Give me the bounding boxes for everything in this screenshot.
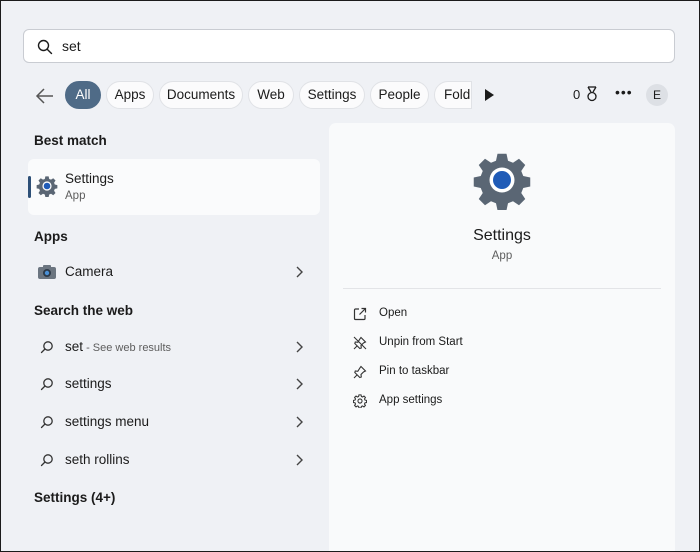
tab-web[interactable]: Web (248, 81, 294, 109)
tab-folders[interactable]: Fold (434, 81, 472, 109)
chevron-right-icon (296, 266, 303, 278)
search-web-heading: Search the web (34, 303, 134, 318)
web-result-query: set (65, 339, 84, 354)
web-result-label: settings (65, 376, 112, 391)
action-label: Open (379, 307, 408, 319)
selection-indicator (28, 176, 31, 198)
chevron-right-icon (296, 341, 303, 353)
web-result-hint: - See web results (83, 342, 172, 354)
preview-subtitle: App (491, 250, 513, 262)
web-result-label: set - See web results (65, 339, 171, 354)
rewards-points: 0 (573, 87, 581, 102)
camera-icon (38, 265, 56, 279)
filter-bar: All Apps Documents Web Settings People F… (1, 81, 699, 111)
search-icon (40, 416, 53, 429)
tab-people[interactable]: People (370, 81, 429, 109)
avatar[interactable]: E (646, 84, 668, 106)
best-match-subtitle: App (65, 190, 86, 202)
app-item-label: Camera (65, 264, 114, 279)
chevron-right-icon (296, 378, 303, 390)
more-options-icon[interactable]: ••• (615, 84, 633, 100)
best-match-heading: Best match (34, 133, 107, 148)
settings-more-heading[interactable]: Settings (4+) (34, 490, 115, 505)
action-label: App settings (379, 394, 443, 406)
app-item-camera[interactable]: Camera (28, 255, 320, 289)
action-label: Pin to taskbar (379, 365, 450, 377)
scroll-tabs-right-icon[interactable] (485, 89, 494, 101)
tab-apps[interactable]: Apps (106, 81, 154, 109)
apps-heading: Apps (34, 229, 68, 244)
chevron-right-icon (296, 454, 303, 466)
web-result-settings[interactable]: settings (28, 367, 320, 401)
chevron-right-icon (296, 416, 303, 428)
action-open[interactable]: Open (345, 302, 645, 328)
tab-all[interactable]: All (65, 81, 101, 109)
tab-settings[interactable]: Settings (299, 81, 365, 109)
web-result-seth-rollins[interactable]: seth rollins (28, 443, 320, 477)
web-result-label: seth rollins (65, 452, 130, 467)
preview-title: Settings (473, 227, 531, 244)
best-match-settings[interactable]: Settings App (28, 159, 320, 215)
preview-pane: Settings App Open Unpin from Start Pin t… (329, 123, 675, 551)
pin-icon (353, 365, 367, 379)
web-result-set[interactable]: set - See web results (28, 330, 320, 364)
search-box[interactable] (23, 29, 675, 63)
web-result-label: settings menu (65, 414, 150, 429)
divider (343, 288, 661, 289)
back-arrow-icon[interactable] (35, 87, 55, 105)
best-match-title: Settings (65, 171, 114, 186)
open-icon (353, 307, 367, 321)
search-window: All Apps Documents Web Settings People F… (0, 0, 700, 552)
action-unpin-from-start[interactable]: Unpin from Start (345, 331, 645, 357)
search-icon (37, 39, 53, 55)
results-list: Best match Settings App Apps Camera Sear… (1, 121, 326, 551)
action-label: Unpin from Start (379, 336, 463, 348)
search-input[interactable] (62, 36, 662, 56)
search-icon (40, 341, 53, 354)
web-result-settings-menu[interactable]: settings menu (28, 405, 320, 439)
search-icon (40, 378, 53, 391)
action-app-settings[interactable]: App settings (345, 389, 645, 415)
gear-icon (36, 176, 58, 197)
settings-gear-icon (353, 394, 367, 408)
search-icon (40, 454, 53, 467)
rewards-medal-icon[interactable] (585, 86, 599, 102)
unpin-icon (353, 336, 367, 350)
settings-gear-large-icon (473, 153, 531, 210)
action-pin-to-taskbar[interactable]: Pin to taskbar (345, 360, 645, 386)
tab-documents[interactable]: Documents (159, 81, 243, 109)
